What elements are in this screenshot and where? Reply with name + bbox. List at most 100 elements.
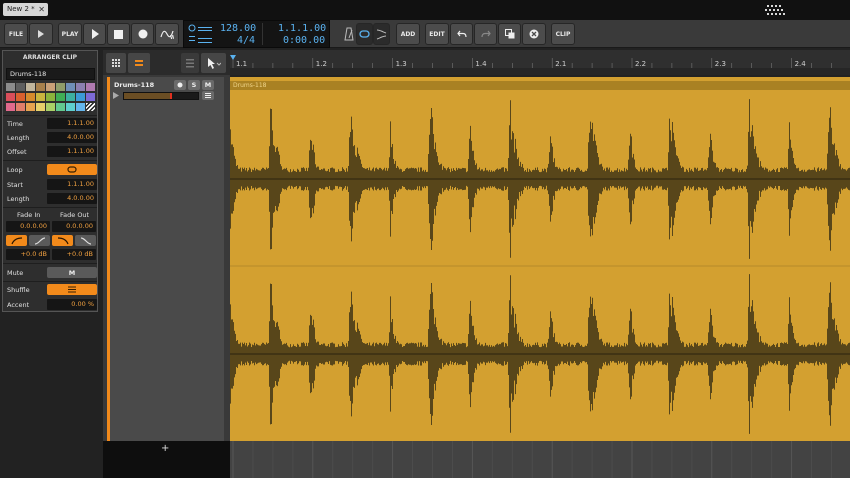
pointer-tool-button[interactable] bbox=[201, 53, 226, 73]
forward-button[interactable] bbox=[29, 23, 53, 45]
track-mute-button[interactable]: M bbox=[202, 80, 214, 90]
start-value[interactable]: 1.1.1.00 bbox=[47, 179, 97, 190]
track-header[interactable]: Drums-118 S M bbox=[107, 77, 224, 441]
color-swatch[interactable] bbox=[56, 93, 65, 101]
bar-position-display[interactable]: 1.1.1.00 bbox=[278, 23, 326, 34]
loop-toggle[interactable] bbox=[47, 164, 97, 175]
fade-out-gain[interactable]: +0.0 dB bbox=[52, 249, 96, 260]
color-swatch[interactable] bbox=[86, 93, 95, 101]
color-swatch[interactable] bbox=[16, 83, 25, 91]
mute-button[interactable]: M bbox=[47, 267, 97, 278]
fade-out-curve-s[interactable] bbox=[75, 235, 96, 246]
color-swatch[interactable] bbox=[26, 83, 35, 91]
record-button[interactable] bbox=[131, 23, 154, 45]
tap-tempo-icon[interactable] bbox=[188, 24, 214, 46]
fade-curve-icon bbox=[10, 236, 22, 244]
edit-button[interactable]: EDIT bbox=[425, 23, 449, 45]
time-value[interactable]: 1.1.1.00 bbox=[47, 118, 97, 129]
color-swatch[interactable] bbox=[36, 83, 45, 91]
punch-button[interactable] bbox=[373, 23, 390, 45]
color-swatch[interactable] bbox=[76, 103, 85, 111]
color-swatch[interactable] bbox=[36, 103, 45, 111]
document-tab[interactable]: New 2 * ✕ bbox=[3, 3, 48, 16]
redo-icon bbox=[480, 30, 491, 38]
record-icon bbox=[138, 29, 147, 39]
color-swatch[interactable] bbox=[16, 103, 25, 111]
track-menu-button[interactable] bbox=[202, 91, 214, 100]
color-swatch[interactable] bbox=[66, 83, 75, 91]
fade-in-gain[interactable]: +0.0 dB bbox=[6, 249, 50, 260]
close-icon[interactable]: ✕ bbox=[38, 3, 45, 16]
delete-button[interactable] bbox=[522, 23, 546, 45]
color-swatch[interactable] bbox=[66, 93, 75, 101]
color-swatch[interactable] bbox=[6, 83, 15, 91]
loop-toggle-button[interactable] bbox=[356, 23, 373, 45]
accent-value[interactable]: 0.00 % bbox=[47, 299, 97, 310]
expand-arrow-icon[interactable] bbox=[113, 92, 119, 99]
color-swatch[interactable] bbox=[86, 103, 95, 111]
tempo-display[interactable]: 128.00 bbox=[220, 23, 256, 34]
file-button[interactable]: FILE bbox=[4, 23, 28, 45]
curve-icon bbox=[376, 29, 387, 40]
color-swatch[interactable] bbox=[56, 83, 65, 91]
color-swatch[interactable] bbox=[26, 93, 35, 101]
clip-name-field[interactable]: Drums-118 bbox=[6, 68, 95, 80]
volume-handle[interactable] bbox=[170, 93, 172, 99]
duplicate-button[interactable] bbox=[498, 23, 521, 45]
time-signature-display[interactable]: 4/4 bbox=[237, 35, 255, 46]
color-swatch[interactable] bbox=[36, 93, 45, 101]
shuffle-toggle[interactable] bbox=[47, 284, 97, 295]
mute-label: Mute bbox=[7, 269, 24, 277]
fade-curve-icon bbox=[57, 236, 69, 244]
color-swatch[interactable] bbox=[6, 93, 15, 101]
color-swatch[interactable] bbox=[76, 83, 85, 91]
volume-slider[interactable] bbox=[123, 92, 199, 100]
fade-in-curve-s[interactable] bbox=[29, 235, 50, 246]
length-value[interactable]: 4.0.0.00 bbox=[47, 132, 97, 143]
redo-button[interactable] bbox=[474, 23, 497, 45]
divider bbox=[3, 263, 97, 264]
stop-button[interactable] bbox=[107, 23, 130, 45]
color-swatch[interactable] bbox=[46, 103, 55, 111]
shuffle-icon bbox=[68, 286, 76, 293]
undo-button[interactable] bbox=[450, 23, 473, 45]
play-menu-button[interactable]: PLAY bbox=[58, 23, 82, 45]
color-swatch[interactable] bbox=[76, 93, 85, 101]
clip-button[interactable]: CLIP bbox=[551, 23, 575, 45]
clip-header[interactable]: Drums-118 bbox=[230, 81, 850, 90]
lane-view-button[interactable] bbox=[181, 53, 199, 73]
color-swatch[interactable] bbox=[6, 103, 15, 111]
color-swatch[interactable] bbox=[86, 83, 95, 91]
grid-view-button[interactable] bbox=[106, 53, 126, 73]
color-swatch[interactable] bbox=[46, 93, 55, 101]
ruler-mark-label: 2.1 bbox=[555, 60, 566, 68]
color-swatch[interactable] bbox=[56, 103, 65, 111]
record-arm-button[interactable] bbox=[174, 80, 186, 90]
color-swatch[interactable] bbox=[66, 103, 75, 111]
menu-icon bbox=[205, 93, 211, 98]
play-button[interactable] bbox=[83, 23, 106, 45]
loop-icon bbox=[67, 166, 77, 173]
bitwig-logo-icon bbox=[765, 5, 785, 15]
time-position-display[interactable]: 0:00.00 bbox=[283, 35, 325, 46]
offset-label: Offset bbox=[7, 148, 27, 156]
inspector-title: ARRANGER CLIP bbox=[22, 54, 78, 61]
add-button[interactable]: ADD bbox=[396, 23, 420, 45]
audio-waveform[interactable] bbox=[230, 90, 850, 441]
add-track-button[interactable]: + bbox=[161, 443, 169, 454]
loop-length-value[interactable]: 4.0.0.00 bbox=[47, 193, 97, 204]
timeline-ruler[interactable]: 1.1 1.2 1.3 1.4 2.1 2.2 2.3 2.4 bbox=[230, 50, 850, 75]
color-swatch[interactable] bbox=[26, 103, 35, 111]
fade-in-value[interactable]: 0.0.0.00 bbox=[6, 221, 50, 232]
arranger-view-button[interactable] bbox=[128, 53, 150, 73]
fade-out-value[interactable]: 0.0.0.00 bbox=[52, 221, 96, 232]
solo-button[interactable]: S bbox=[188, 80, 200, 90]
color-swatch[interactable] bbox=[16, 93, 25, 101]
track-name[interactable]: Drums-118 bbox=[114, 81, 154, 89]
fade-out-curve-exp[interactable] bbox=[52, 235, 73, 246]
metronome-button[interactable] bbox=[341, 23, 357, 45]
color-swatch[interactable] bbox=[46, 83, 55, 91]
offset-value[interactable]: 1.1.1.00 bbox=[47, 146, 97, 157]
automation-write-button[interactable]: W bbox=[155, 23, 179, 45]
fade-in-curve-exp[interactable] bbox=[6, 235, 27, 246]
